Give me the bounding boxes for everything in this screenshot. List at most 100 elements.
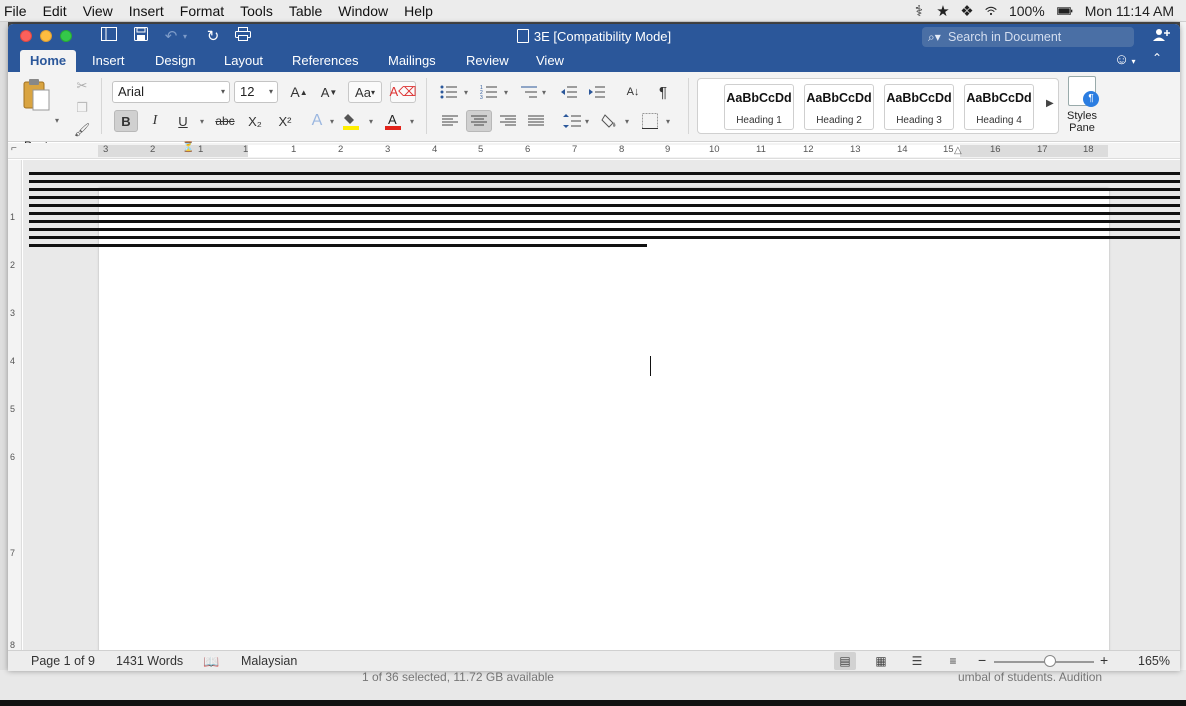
bullets-dropdown-icon[interactable]: ▾	[464, 88, 468, 97]
strikethrough-button[interactable]: abc	[212, 110, 238, 132]
style-heading-2[interactable]: AaBbCcDd Heading 2	[804, 84, 874, 130]
close-window-button[interactable]	[20, 30, 32, 42]
style-heading-1[interactable]: AaBbCcDd Heading 1	[724, 84, 794, 130]
borders-dropdown-icon[interactable]: ▾	[666, 117, 670, 126]
line-spacing-icon[interactable]	[560, 110, 584, 132]
align-right-icon[interactable]	[496, 110, 520, 132]
change-case-button[interactable]: Aa ▾	[348, 81, 382, 103]
word-count[interactable]: 1431 Words	[116, 654, 183, 668]
search-in-document-field[interactable]: ⌕▾ Search in Document	[922, 27, 1134, 47]
styles-pane-button[interactable]: ¶ Styles Pane	[1064, 76, 1100, 138]
clear-formatting-icon[interactable]: A⌫	[389, 81, 417, 103]
italic-button[interactable]: I	[144, 110, 166, 132]
text-effects-icon[interactable]: A	[306, 110, 328, 132]
tab-layout[interactable]: Layout	[214, 50, 273, 72]
proofing-icon[interactable]: 📖	[203, 654, 219, 670]
font-size-combo[interactable]: 12 ▾	[234, 81, 278, 103]
align-center-icon[interactable]	[466, 110, 492, 132]
menu-help[interactable]: Help	[396, 0, 441, 22]
grow-font-button[interactable]: A ▲	[286, 81, 312, 103]
print-icon[interactable]	[232, 27, 254, 47]
numbering-icon[interactable]: 123	[476, 81, 502, 103]
tab-review[interactable]: Review	[456, 50, 519, 72]
menu-file[interactable]: File	[0, 0, 35, 22]
styles-gallery-next-icon[interactable]: ▶	[1046, 98, 1054, 109]
superscript-button[interactable]: X²	[272, 110, 298, 132]
first-line-indent-marker-icon[interactable]: ⏳	[182, 142, 194, 153]
align-left-icon[interactable]	[438, 110, 462, 132]
star-icon[interactable]: ★	[931, 0, 955, 22]
zoom-slider-handle[interactable]	[1044, 655, 1056, 667]
tab-mailings[interactable]: Mailings	[378, 50, 446, 72]
battery-icon[interactable]	[1051, 0, 1079, 22]
paste-dropdown-icon[interactable]: ▾	[55, 116, 59, 125]
wifi-icon[interactable]	[979, 0, 1003, 22]
page-count[interactable]: Page 1 of 9	[31, 654, 95, 668]
web-layout-view-icon[interactable]: ▦	[870, 652, 892, 670]
outline-view-icon[interactable]: ☰	[906, 652, 928, 670]
justify-icon[interactable]	[524, 110, 548, 132]
style-heading-3[interactable]: AaBbCcDd Heading 3	[884, 84, 954, 130]
zoom-out-icon[interactable]: −	[978, 652, 986, 668]
text-effects-dropdown-icon[interactable]: ▾	[330, 117, 334, 126]
tab-insert[interactable]: Insert	[82, 50, 135, 72]
menu-edit[interactable]: Edit	[35, 0, 75, 22]
minimize-window-button[interactable]	[40, 30, 52, 42]
sidebar-toggle-icon[interactable]	[98, 27, 120, 47]
multilevel-dropdown-icon[interactable]: ▾	[542, 88, 546, 97]
tab-references[interactable]: References	[282, 50, 368, 72]
shading-dropdown-icon[interactable]: ▾	[625, 117, 629, 126]
horizontal-ruler[interactable]: ⌐ 3 2 1 1 1 2 3 4 5 6 7 8 9 10 11 12 13 …	[8, 142, 1180, 159]
document-page[interactable]	[99, 188, 1109, 650]
bullets-icon[interactable]	[436, 81, 462, 103]
highlight-icon[interactable]	[340, 110, 362, 132]
font-name-combo[interactable]: Arial ▾	[112, 81, 230, 103]
numbering-dropdown-icon[interactable]: ▾	[504, 88, 508, 97]
menu-tools[interactable]: Tools	[232, 0, 281, 22]
collapse-ribbon-icon[interactable]: ⌃	[1152, 51, 1162, 65]
subscript-button[interactable]: X₂	[242, 110, 268, 132]
underline-dropdown-icon[interactable]: ▾	[200, 117, 204, 126]
font-color-icon[interactable]: A	[382, 110, 404, 132]
undo-dropdown-icon[interactable]: ▾	[180, 27, 190, 47]
style-heading-4[interactable]: AaBbCcDd Heading 4	[964, 84, 1034, 130]
save-icon[interactable]	[130, 27, 152, 47]
language[interactable]: Malaysian	[241, 654, 297, 668]
menu-view[interactable]: View	[75, 0, 121, 22]
format-painter-icon[interactable]: 🖌	[72, 120, 92, 140]
right-indent-marker-icon[interactable]: △	[954, 145, 962, 156]
dropbox-icon[interactable]: ❖	[955, 0, 979, 22]
borders-icon[interactable]	[638, 110, 662, 132]
print-layout-view-icon[interactable]: ▤	[834, 652, 856, 670]
zoom-level[interactable]: 165%	[1138, 654, 1170, 668]
underline-button[interactable]: U	[172, 110, 194, 132]
vertical-ruler[interactable]: 1 2 3 4 5 6 7 8	[8, 160, 22, 650]
font-color-dropdown-icon[interactable]: ▾	[410, 117, 414, 126]
line-spacing-dropdown-icon[interactable]: ▾	[585, 117, 589, 126]
document-canvas[interactable]	[23, 160, 1180, 650]
tab-home[interactable]: Home	[20, 50, 77, 72]
menu-table[interactable]: Table	[281, 0, 330, 22]
decrease-indent-icon[interactable]	[556, 81, 582, 103]
menu-insert[interactable]: Insert	[121, 0, 172, 22]
cut-icon[interactable]: ✂	[72, 76, 92, 96]
menu-format[interactable]: Format	[172, 0, 232, 22]
bold-button[interactable]: B	[114, 110, 138, 132]
siri-wave-icon[interactable]: ⚕	[907, 0, 931, 22]
undo-icon[interactable]: ↶	[160, 27, 182, 47]
tab-selector-icon[interactable]: ⌐	[11, 143, 17, 154]
shading-icon[interactable]	[598, 110, 622, 132]
sort-icon[interactable]: A↓	[620, 81, 646, 103]
redo-icon[interactable]: ↻	[202, 27, 224, 47]
battery-percent[interactable]: 100%	[1003, 3, 1051, 19]
share-icon[interactable]	[1150, 27, 1172, 47]
multilevel-list-icon[interactable]	[516, 81, 542, 103]
paste-button[interactable]	[22, 78, 52, 112]
highlight-dropdown-icon[interactable]: ▾	[369, 117, 373, 126]
draft-view-icon[interactable]: ≡	[942, 652, 964, 670]
copy-icon[interactable]: ❐	[72, 98, 92, 118]
tab-view[interactable]: View	[526, 50, 574, 72]
shrink-font-button[interactable]: A ▼	[316, 81, 342, 103]
tab-design[interactable]: Design	[145, 50, 205, 72]
show-formatting-marks-icon[interactable]: ¶	[650, 81, 676, 103]
